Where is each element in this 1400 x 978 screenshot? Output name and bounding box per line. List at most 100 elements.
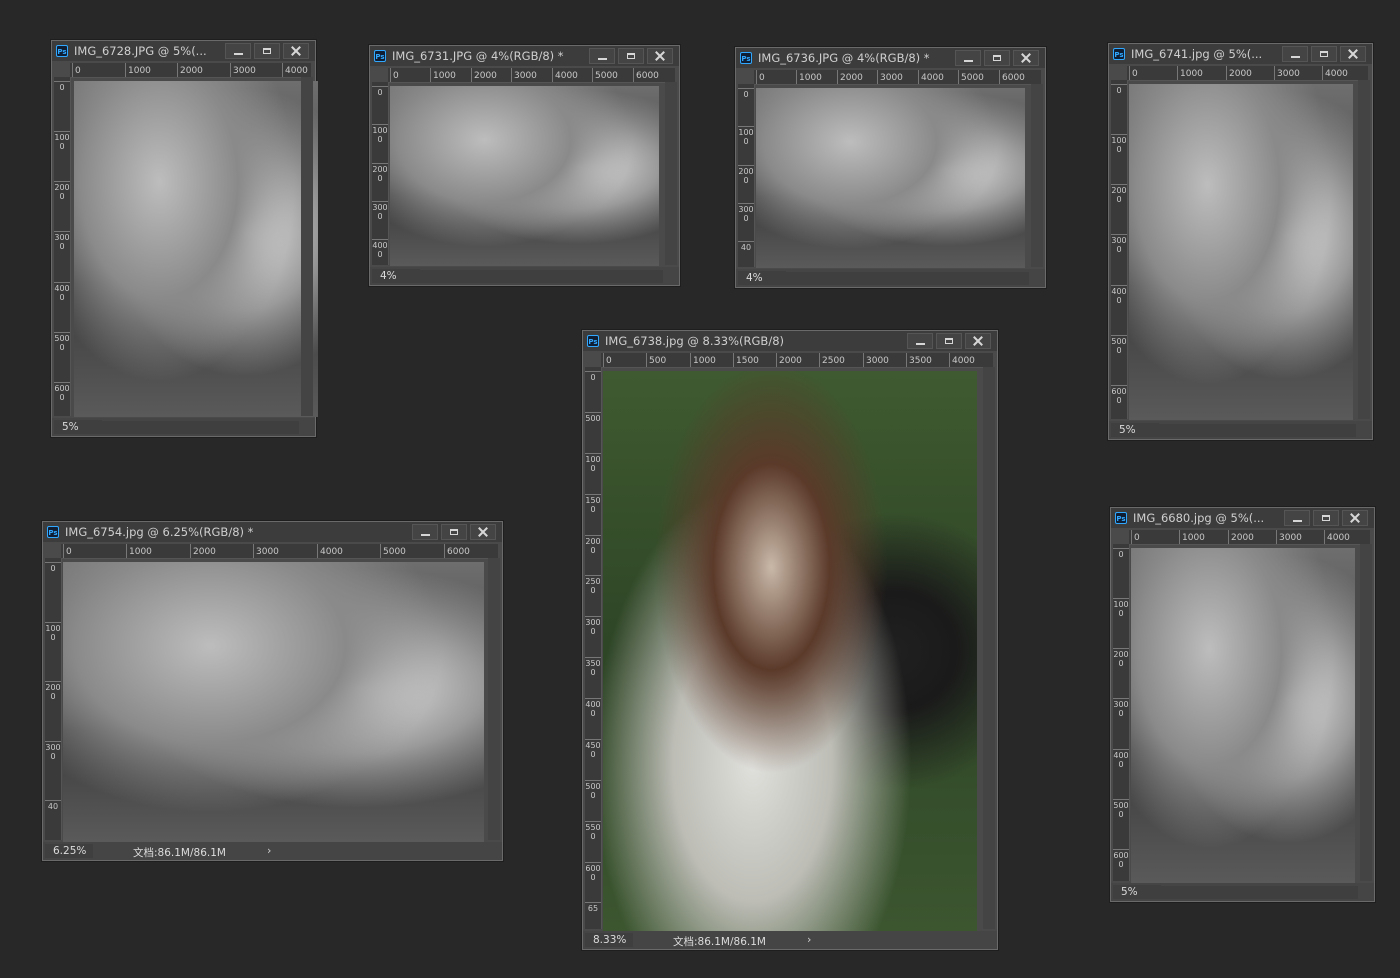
vertical-ruler[interactable]: 0 1000 2000 3000 4000 5000 6000 [1113, 544, 1130, 881]
zoom-level[interactable]: 5% [62, 421, 79, 433]
document-window[interactable]: Ps IMG_6741.jpg @ 5%(... 0 1000 2000 3000 4000… [1108, 43, 1373, 440]
vertical-scrollbar[interactable] [983, 367, 995, 929]
close-button[interactable] [965, 333, 991, 349]
photoshop-icon: Ps [56, 45, 68, 57]
ruler-tick-label: 6000 [444, 544, 470, 558]
vertical-ruler[interactable]: 0 500 1000 1500 2000 2500 3000 3500 4000 4500 5000… [585, 367, 602, 929]
document-window[interactable]: Ps IMG_6680.jpg @ 5%(... 0 1000 2000 3000 4000… [1110, 507, 1375, 902]
minimize-button[interactable] [589, 48, 615, 64]
ruler-tick-label: 0 [1111, 84, 1127, 95]
vertical-scrollbar[interactable] [1031, 84, 1043, 267]
minimize-button[interactable] [412, 524, 438, 540]
window-titlebar[interactable]: Ps IMG_6736.JPG @ 4%(RGB/8) * [736, 48, 1045, 68]
horizontal-ruler[interactable]: 0 1000 2000 3000 4000 5000 6000 [388, 68, 675, 83]
close-button[interactable] [470, 524, 496, 540]
document-window[interactable]: Ps IMG_6736.JPG @ 4%(RGB/8) * 0 1000 2000 300… [735, 47, 1046, 288]
horizontal-ruler[interactable]: 0 500 1000 1500 2000 2500 3000 3500 4000 [601, 353, 993, 368]
window-titlebar[interactable]: Ps IMG_6754.jpg @ 6.25%(RGB/8) * [43, 522, 502, 542]
window-titlebar[interactable]: Ps IMG_6731.JPG @ 4%(RGB/8) * [370, 46, 679, 66]
horizontal-scrollbar[interactable] [1161, 886, 1358, 899]
zoom-level[interactable]: 4% [746, 272, 763, 284]
ruler-tick-label: 5000 [380, 544, 406, 558]
close-button[interactable] [283, 43, 309, 59]
maximize-button[interactable] [441, 524, 467, 540]
close-button[interactable] [1340, 46, 1366, 62]
ruler-tick-label: 0 [372, 86, 388, 97]
horizontal-scrollbar[interactable] [102, 421, 299, 434]
horizontal-ruler[interactable]: 0 1000 2000 3000 4000 5000 6000 [61, 544, 498, 559]
vertical-ruler[interactable]: 0 1000 2000 3000 4000 5000 6000 [1111, 80, 1128, 419]
ruler-tick-label: 4000 [918, 70, 944, 84]
document-canvas[interactable] [390, 86, 659, 266]
window-controls [222, 43, 309, 59]
close-button[interactable] [1013, 50, 1039, 66]
horizontal-ruler[interactable]: 0 1000 2000 3000 4000 5000 6000 [754, 70, 1041, 85]
document-canvas[interactable] [63, 562, 484, 842]
ruler-tick-label: 6000 [54, 382, 70, 402]
window-titlebar[interactable]: Ps IMG_6728.JPG @ 5%(... [52, 41, 315, 61]
ruler-tick-label: 0 [63, 544, 72, 558]
chevron-right-icon[interactable]: › [267, 844, 271, 857]
ruler-tick-label: 0 [1113, 548, 1129, 559]
document-window[interactable]: Ps IMG_6738.jpg @ 8.33%(RGB/8) 0 500 1000 150… [582, 330, 998, 950]
horizontal-ruler[interactable]: 0 1000 2000 3000 4000 [1129, 530, 1370, 545]
zoom-level[interactable]: 5% [1119, 424, 1136, 436]
horizontal-ruler[interactable]: 0 1000 2000 3000 4000 [1127, 66, 1368, 81]
ruler-tick-label: 3000 [54, 231, 70, 251]
minimize-icon [233, 52, 243, 55]
vertical-ruler[interactable]: 0 1000 2000 3000 40 [738, 84, 755, 267]
ruler-tick-label: 3000 [1113, 698, 1129, 718]
vertical-scrollbar[interactable] [488, 558, 500, 840]
document-canvas[interactable] [1129, 84, 1353, 420]
horizontal-ruler[interactable]: 0 1000 2000 3000 4000 [70, 63, 311, 78]
vertical-scrollbar[interactable] [301, 77, 313, 416]
minimize-icon [915, 342, 925, 345]
horizontal-scrollbar[interactable] [786, 272, 1029, 285]
document-canvas[interactable] [1131, 548, 1355, 884]
ruler-tick-label: 4000 [1113, 749, 1129, 769]
horizontal-scrollbar[interactable] [420, 270, 663, 283]
close-icon [478, 527, 488, 537]
close-button[interactable] [647, 48, 673, 64]
maximize-button[interactable] [984, 50, 1010, 66]
maximize-button[interactable] [1313, 510, 1339, 526]
vertical-ruler[interactable]: 0 1000 2000 3000 4000 [372, 82, 389, 265]
ruler-tick-label: 6000 [999, 70, 1025, 84]
document-canvas[interactable] [756, 88, 1025, 268]
ruler-tick-label: 2000 [177, 63, 203, 77]
minimize-button[interactable] [225, 43, 251, 59]
zoom-level[interactable]: 5% [1121, 886, 1138, 898]
window-titlebar[interactable]: Ps IMG_6680.jpg @ 5%(... [1111, 508, 1374, 528]
window-titlebar[interactable]: Ps IMG_6741.jpg @ 5%(... [1109, 44, 1372, 64]
document-window[interactable]: Ps IMG_6731.JPG @ 4%(RGB/8) * 0 1000 2000 300… [369, 45, 680, 286]
document-window[interactable]: Ps IMG_6728.JPG @ 5%(... 0 1000 2000 3000 4000… [51, 40, 318, 437]
maximize-button[interactable] [618, 48, 644, 64]
document-canvas[interactable] [74, 81, 318, 417]
minimize-button[interactable] [907, 333, 933, 349]
minimize-button[interactable] [955, 50, 981, 66]
vertical-ruler[interactable]: 0 1000 2000 3000 40 [45, 558, 62, 840]
close-button[interactable] [1342, 510, 1368, 526]
zoom-level[interactable]: 8.33% [593, 934, 626, 946]
vertical-scrollbar[interactable] [1360, 544, 1372, 881]
minimize-button[interactable] [1284, 510, 1310, 526]
horizontal-scrollbar[interactable] [1159, 424, 1356, 437]
zoom-level[interactable]: 6.25% [53, 845, 86, 857]
vertical-scrollbar[interactable] [665, 82, 677, 265]
window-titlebar[interactable]: Ps IMG_6738.jpg @ 8.33%(RGB/8) [583, 331, 997, 351]
chevron-right-icon[interactable]: › [807, 933, 811, 946]
zoom-level[interactable]: 4% [380, 270, 397, 282]
ruler-tick-label: 3500 [906, 353, 932, 367]
minimize-icon [1292, 519, 1302, 522]
maximize-button[interactable] [936, 333, 962, 349]
maximize-icon [945, 338, 953, 344]
ruler-tick-label: 4000 [317, 544, 343, 558]
document-window[interactable]: Ps IMG_6754.jpg @ 6.25%(RGB/8) * 0 1000 2000… [42, 521, 503, 861]
ruler-tick-label: 2000 [738, 165, 754, 185]
maximize-button[interactable] [1311, 46, 1337, 62]
vertical-scrollbar[interactable] [1358, 80, 1370, 419]
maximize-button[interactable] [254, 43, 280, 59]
document-canvas[interactable] [603, 371, 977, 931]
minimize-button[interactable] [1282, 46, 1308, 62]
vertical-ruler[interactable]: 0 1000 2000 3000 4000 5000 6000 [54, 77, 71, 416]
